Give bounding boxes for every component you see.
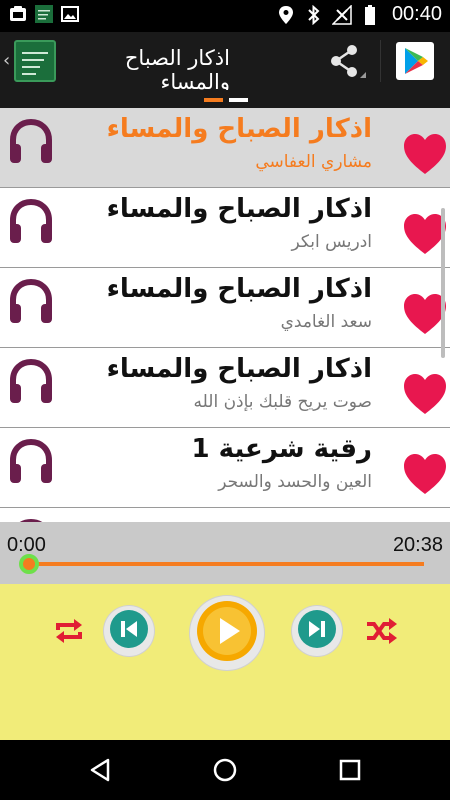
- app-screen: 00:40 ‹ اذكار الصباح والمساء اذكار الصبا…: [0, 0, 450, 800]
- track-title: اذكار الصباح والمساء: [106, 354, 372, 384]
- headphones-icon: [8, 118, 54, 166]
- track-title: اذكار الصباح والمساء: [106, 114, 372, 144]
- seek-area: 0:00 20:38: [0, 522, 450, 584]
- track-subtitle: ادريس ابكر: [291, 232, 372, 252]
- action-bar: ‹ اذكار الصباح والمساء: [0, 32, 450, 94]
- headphones-icon: [8, 278, 54, 326]
- list-scrollbar[interactable]: [441, 208, 445, 358]
- heart-icon[interactable]: [402, 132, 448, 176]
- action-divider: [380, 40, 381, 82]
- track-subtitle: سعد الغامدي: [280, 312, 372, 332]
- seek-bar[interactable]: [26, 562, 424, 566]
- tab-indicator: [0, 90, 450, 108]
- track-row[interactable]: اذكار الصباح والمساء سعد الغامدي: [0, 268, 450, 348]
- track-title: اذكار الصباح والمساء: [106, 194, 372, 224]
- track-title: اذكار الصباح والمساء: [106, 274, 372, 304]
- track-row-partial[interactable]: [0, 508, 450, 522]
- track-row[interactable]: اذكار الصباح والمساء مشاري العفاسي: [0, 108, 450, 188]
- back-icon[interactable]: [86, 756, 114, 784]
- track-title: رقية شرعية 1: [191, 434, 372, 464]
- total-time: 20:38: [392, 534, 443, 556]
- home-icon[interactable]: [211, 756, 239, 784]
- heart-icon[interactable]: [402, 452, 448, 496]
- shuffle-icon[interactable]: [364, 614, 398, 648]
- next-button[interactable]: [292, 606, 342, 656]
- player-controls: [0, 584, 450, 740]
- next-icon: [297, 609, 337, 653]
- signal-icon: [331, 4, 352, 25]
- track-row[interactable]: اذكار الصباح والمساء ادريس ابكر: [0, 188, 450, 268]
- track-row[interactable]: اذكار الصباح والمساء صوت يريح قلبك بإذن ا…: [0, 348, 450, 428]
- share-icon[interactable]: [326, 42, 370, 82]
- track-subtitle: مشاري العفاسي: [255, 152, 372, 172]
- page-title: اذكار الصباح والمساء: [124, 46, 230, 94]
- play-icon: [196, 600, 258, 666]
- app-notification-icon-2: [34, 4, 54, 24]
- play-button[interactable]: [190, 596, 264, 670]
- previous-button[interactable]: [104, 606, 154, 656]
- battery-icon: [360, 4, 380, 25]
- tab-page-1[interactable]: [204, 98, 223, 102]
- heart-icon[interactable]: [402, 372, 448, 416]
- headphones-icon: [8, 198, 54, 246]
- tab-page-2[interactable]: [229, 98, 248, 102]
- app-notification-icon: [8, 4, 28, 24]
- headphones-icon: [8, 438, 54, 486]
- image-icon: [60, 4, 80, 24]
- track-subtitle: العين والحسد والسحر: [218, 472, 372, 492]
- recents-icon[interactable]: [336, 756, 364, 784]
- status-clock: 00:40: [391, 3, 442, 25]
- app-icon[interactable]: [14, 40, 56, 82]
- system-nav-bar: [0, 740, 450, 800]
- location-icon: [276, 5, 296, 25]
- headphones-icon: [8, 358, 54, 406]
- track-row[interactable]: رقية شرعية 1 العين والحسد والسحر: [0, 428, 450, 508]
- bluetooth-icon: [304, 4, 324, 25]
- track-list[interactable]: اذكار الصباح والمساء مشاري العفاسي اذكار ا…: [0, 108, 450, 522]
- back-chevron-icon[interactable]: ‹: [3, 50, 10, 71]
- play-store-icon[interactable]: [396, 42, 434, 80]
- seek-thumb[interactable]: [19, 554, 39, 574]
- previous-icon: [109, 609, 149, 653]
- status-bar: 00:40: [0, 0, 450, 32]
- track-subtitle: صوت يريح قلبك بإذن الله: [193, 392, 372, 412]
- repeat-icon[interactable]: [52, 614, 86, 648]
